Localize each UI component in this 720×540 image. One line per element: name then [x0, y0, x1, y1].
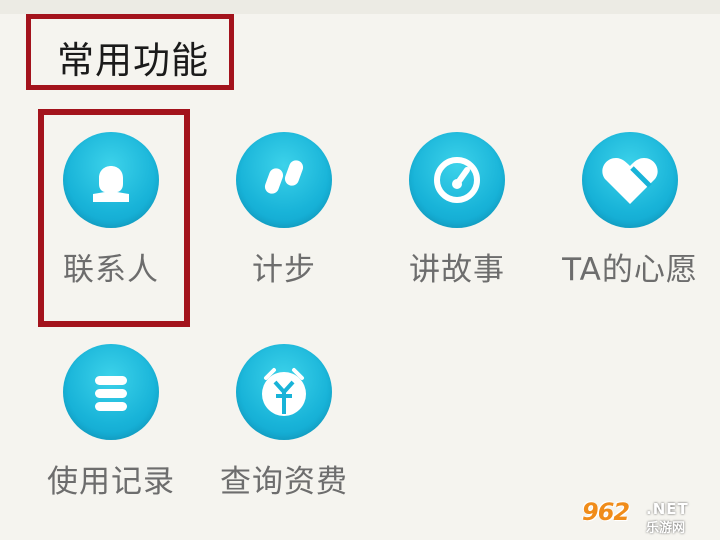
usage-record-icon: [63, 344, 159, 440]
fee-query-icon: [236, 344, 332, 440]
watermark-site: 乐游网: [646, 521, 686, 536]
fee-query-item[interactable]: 查询资费: [199, 344, 369, 504]
watermark-number: 962: [582, 498, 630, 526]
step-count-item[interactable]: 计步: [199, 132, 369, 292]
site-watermark: 962 .NET 乐游网: [582, 498, 712, 536]
section-title-text: 常用功能: [57, 39, 209, 82]
contacts-item[interactable]: 联系人: [26, 132, 196, 292]
fee-query-label: 查询资费: [220, 464, 348, 500]
heart-wish-icon: [582, 132, 678, 228]
story-record-icon: [409, 132, 505, 228]
usage-record-item[interactable]: 使用记录: [26, 344, 196, 504]
step-count-label: 计步: [252, 252, 316, 288]
top-band: [0, 0, 720, 14]
usage-record-label: 使用记录: [47, 464, 175, 500]
footsteps-icon: [236, 132, 332, 228]
section-title: 常用功能: [26, 14, 234, 90]
story-label: 讲故事: [409, 252, 505, 288]
watermark-domain: .NET: [646, 500, 689, 518]
contact-person-icon: [63, 132, 159, 228]
contacts-label: 联系人: [63, 252, 159, 288]
wish-label: TA的心愿: [562, 252, 698, 288]
story-item[interactable]: 讲故事: [372, 132, 542, 292]
wish-item[interactable]: TA的心愿: [545, 132, 715, 292]
